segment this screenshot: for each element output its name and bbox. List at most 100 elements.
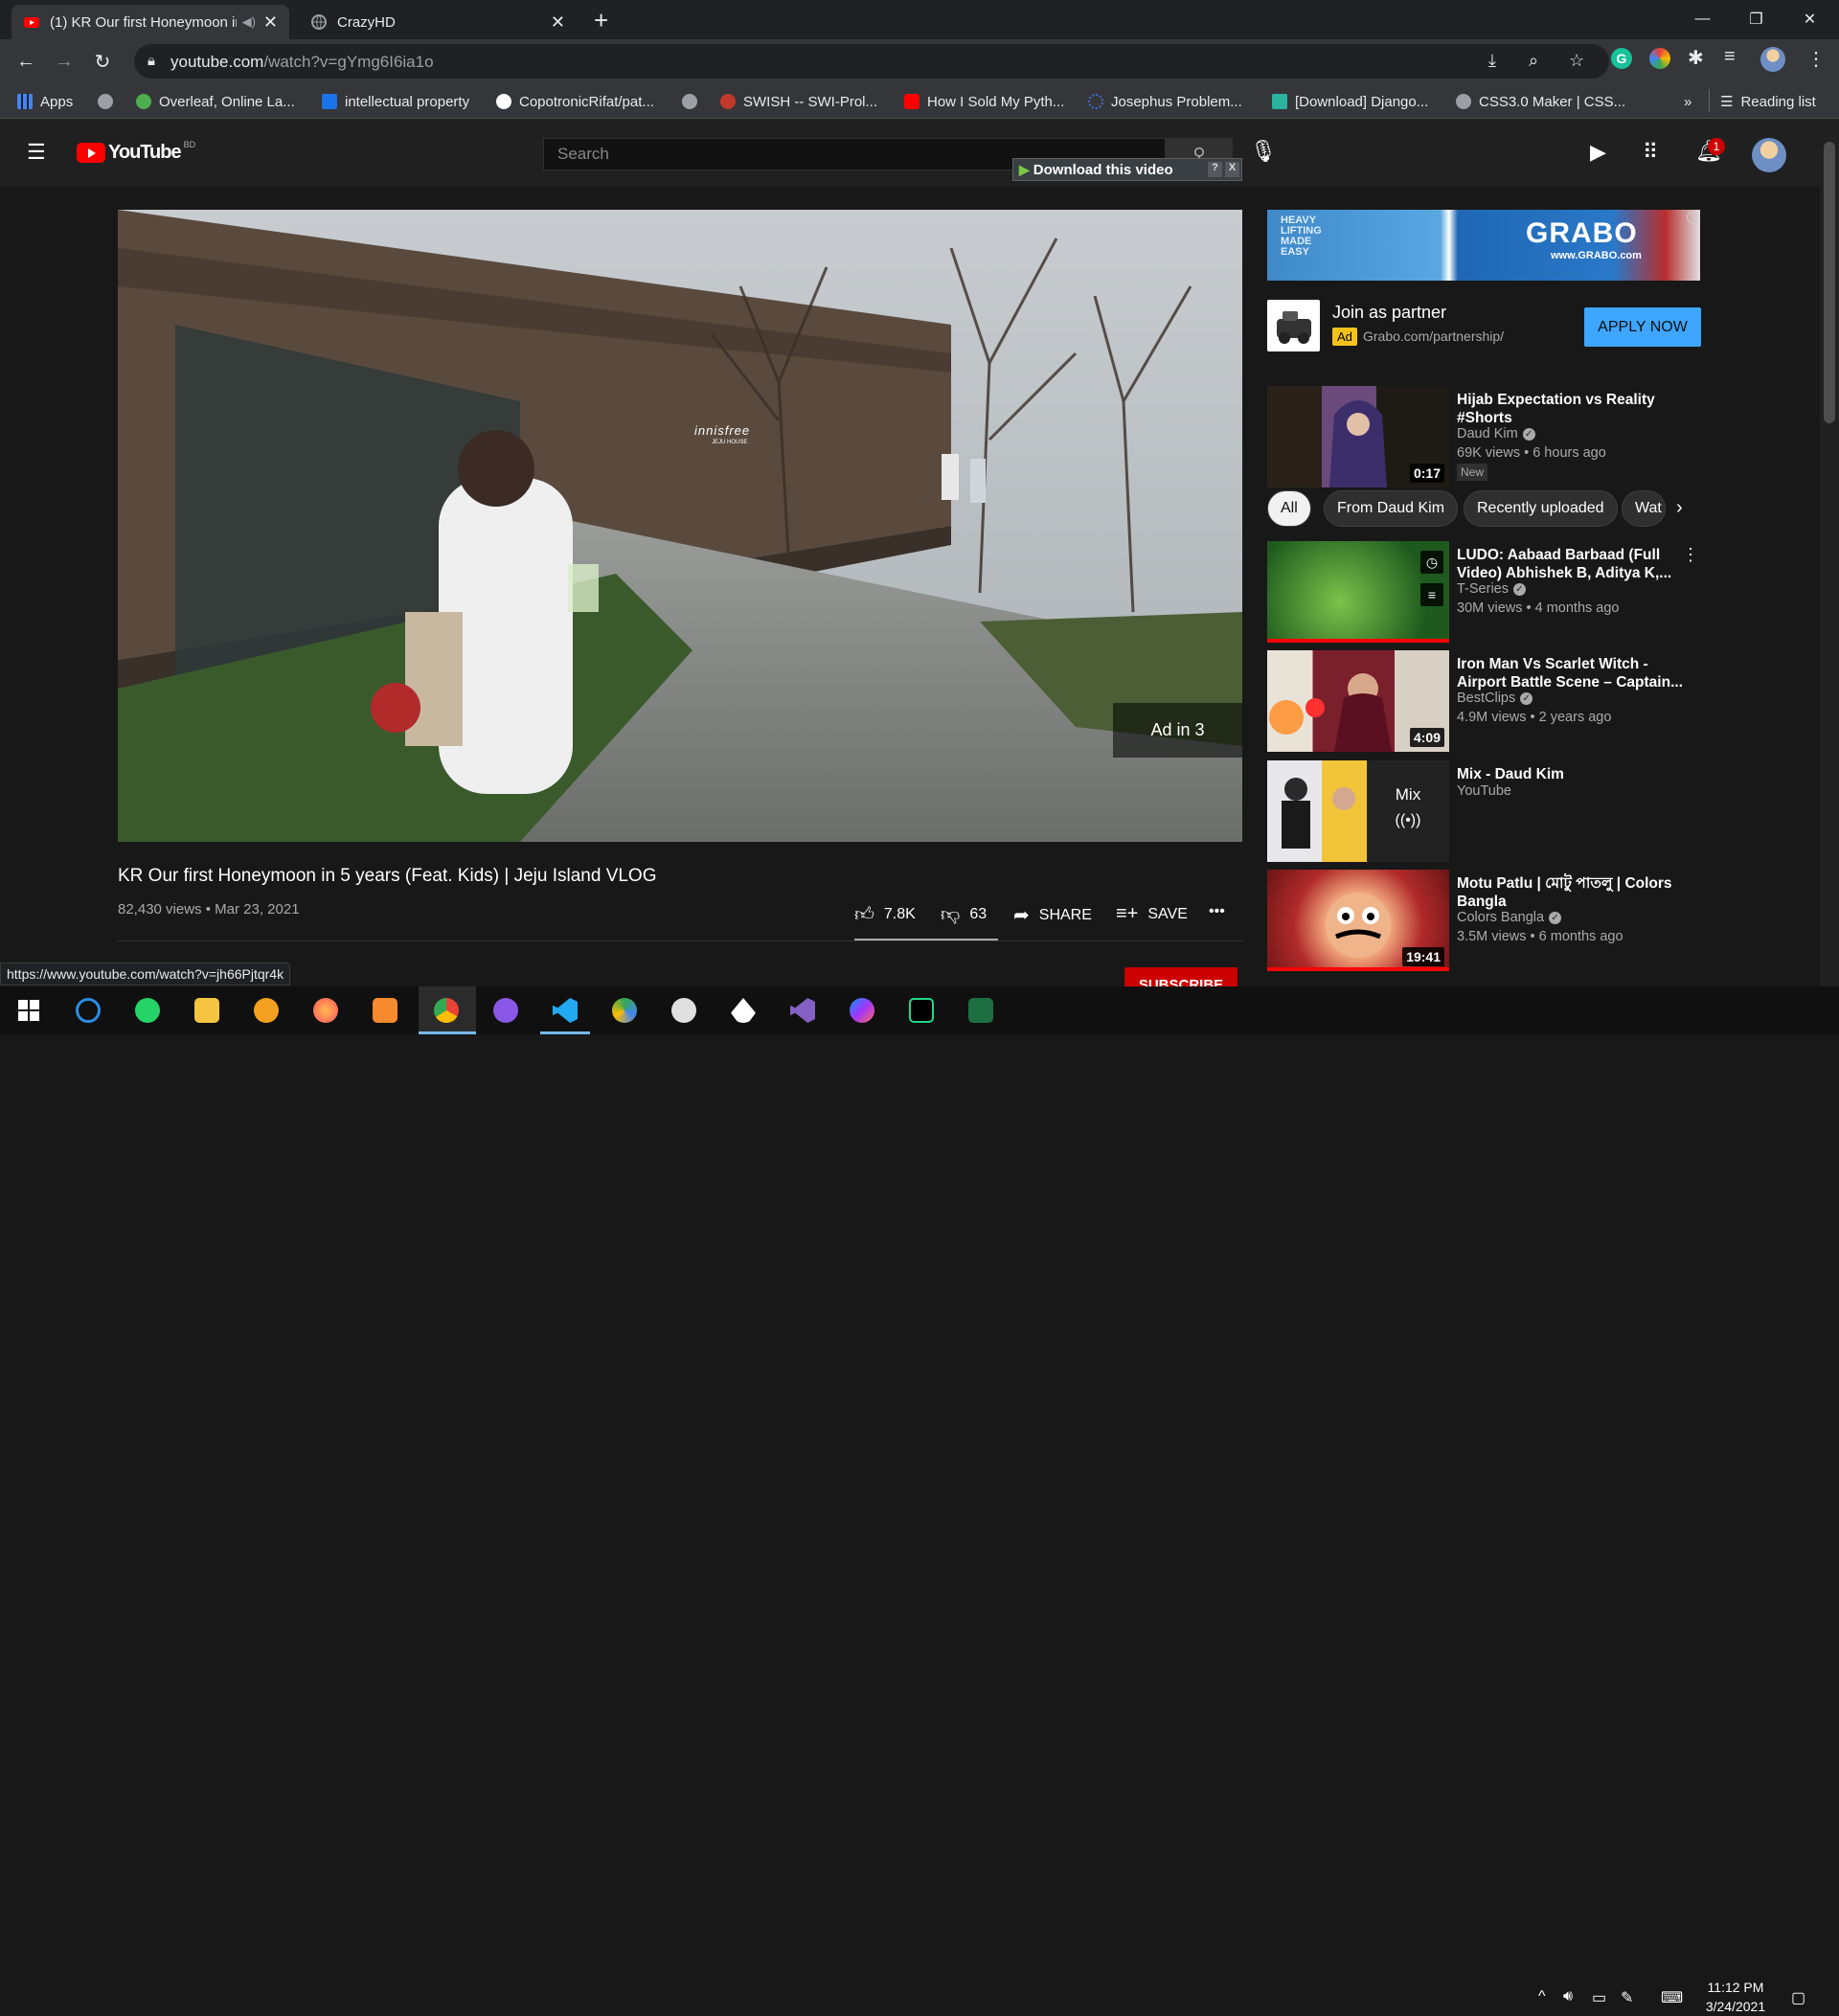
tab-youtube[interactable]: (1) KR Our first Honeymoon in 5 years ◀)…	[11, 5, 289, 39]
whatsapp-icon[interactable]	[132, 995, 163, 1026]
video-thumbnail[interactable]: Mix ((•))	[1267, 760, 1449, 862]
like-button[interactable]: 👍︎ 7.8K	[854, 903, 916, 926]
recommendation-item[interactable]: 19:41 Motu Patlu | মোটু পাতলু | Colors B…	[1267, 870, 1703, 971]
more-bookmarks-icon[interactable]: »	[1684, 91, 1691, 112]
profile-avatar[interactable]	[1760, 47, 1785, 72]
taskbar-clock[interactable]: 11:12 PM 3/24/2021	[1701, 1978, 1770, 2016]
vscode-icon[interactable]	[550, 995, 580, 1026]
video-thumbnail[interactable]: ◷ ≡	[1267, 541, 1449, 643]
forward-icon[interactable]: →	[50, 47, 79, 76]
ad-title[interactable]: Join as partner	[1332, 303, 1446, 323]
save-button[interactable]: ≡+ SAVE	[1116, 903, 1188, 925]
mute-icon[interactable]: ◀)	[242, 14, 256, 30]
network-icon[interactable]: ▭	[1592, 1988, 1606, 2007]
address-bar[interactable]: 🔒︎ youtube.com/watch?v=gYmg6I6ia1o ⤓ ⌕ ☆	[134, 44, 1609, 79]
share-button[interactable]: ➦ SHARE	[1013, 903, 1092, 927]
add-to-queue-icon[interactable]: ≡	[1420, 583, 1443, 606]
pen-icon[interactable]: ✎	[1621, 1988, 1633, 2007]
video-thumbnail[interactable]: 19:41	[1267, 870, 1449, 971]
bookmark-django[interactable]: [Download] Django...	[1272, 91, 1428, 112]
maps-app-icon[interactable]	[609, 995, 640, 1026]
firefox-icon[interactable]	[310, 995, 341, 1026]
lock-icon[interactable]: 🔒︎	[148, 53, 155, 69]
chevron-right-icon[interactable]: ›	[1676, 497, 1683, 519]
scrollbar-thumb[interactable]	[1824, 142, 1835, 423]
recommendation-item[interactable]: 4:09 Iron Man Vs Scarlet Witch - Airport…	[1267, 650, 1703, 752]
more-actions-icon[interactable]: •••	[1209, 903, 1225, 920]
recommendation-title[interactable]: Mix - Daud Kim	[1457, 765, 1687, 783]
chip-all[interactable]: All	[1267, 490, 1311, 527]
inkscape-icon[interactable]	[728, 995, 759, 1026]
close-window-button[interactable]: ✕	[1783, 0, 1836, 38]
youtube-logo[interactable]: YouTube BD	[77, 140, 195, 164]
weather-app-icon[interactable]	[669, 995, 699, 1026]
recommendation-title[interactable]: Hijab Expectation vs Reality #Shorts	[1457, 391, 1687, 427]
bookmark-youtube[interactable]: How I Sold My Pyth...	[904, 91, 1064, 112]
video-thumbnail[interactable]: 0:17	[1267, 386, 1449, 487]
reading-list-button[interactable]: ☰ Reading list	[1720, 91, 1816, 112]
chrome-icon[interactable]	[431, 995, 462, 1026]
chip-watched[interactable]: Wat	[1622, 490, 1666, 527]
recommendation-item[interactable]: 0:17 Hijab Expectation vs Reality #Short…	[1267, 386, 1703, 487]
download-help-icon[interactable]: ?	[1208, 162, 1222, 177]
apply-now-button[interactable]: APPLY NOW	[1584, 307, 1701, 347]
messenger-icon[interactable]	[847, 995, 877, 1026]
media-control-icon[interactable]: ≡	[1724, 46, 1736, 68]
bookmark-apps[interactable]: Apps	[17, 91, 73, 112]
close-tab-icon[interactable]: ✕	[263, 12, 278, 33]
create-video-icon[interactable]: ▶︎	[1590, 140, 1606, 165]
channel-name[interactable]: BestClips ✓	[1457, 691, 1533, 706]
recommendation-item[interactable]: Mix ((•)) Mix - Daud Kim YouTube	[1267, 760, 1703, 862]
visual-studio-icon[interactable]	[787, 995, 818, 1026]
grammarly-icon[interactable]: G	[1611, 48, 1632, 69]
video-thumbnail[interactable]: 4:09	[1267, 650, 1449, 752]
microphone-icon[interactable]: 🎙︎	[1250, 139, 1277, 164]
bookmark-josephus[interactable]: Josephus Problem...	[1088, 91, 1242, 112]
hamburger-menu-icon[interactable]: ☰	[27, 140, 46, 165]
security-app-icon[interactable]	[251, 995, 282, 1026]
start-button[interactable]	[13, 995, 44, 1026]
recommendation-item[interactable]: ◷ ≡ LUDO: Aabaad Barbaad (Full Video) Ab…	[1267, 541, 1703, 643]
zoom-icon[interactable]: ⌕	[1529, 51, 1538, 71]
action-center-icon[interactable]: ▢	[1791, 1988, 1805, 2007]
bookmark-globe-1[interactable]	[98, 91, 121, 112]
bookmark-globe-2[interactable]	[682, 91, 705, 112]
channel-name[interactable]: Daud Kim ✓	[1457, 426, 1535, 442]
reload-icon[interactable]: ↻	[88, 47, 117, 76]
channel-name[interactable]: T-Series ✓	[1457, 581, 1526, 597]
keyboard-icon[interactable]: ⌨	[1661, 1988, 1683, 2007]
video-player[interactable]: innisfree JEJU HOUSE Ad in 3	[118, 210, 1242, 842]
file-explorer-icon[interactable]	[192, 995, 222, 1026]
back-icon[interactable]: ←	[11, 47, 40, 76]
show-hidden-icons-icon[interactable]: ^	[1538, 1988, 1546, 2005]
dislike-button[interactable]: 👎︎ 63	[941, 903, 987, 926]
bookmark-github[interactable]: CopotronicRifat/pat...	[496, 91, 654, 112]
ad-info-icon[interactable]: i	[1687, 212, 1698, 223]
chip-recently-uploaded[interactable]: Recently uploaded	[1464, 490, 1618, 527]
extension-icon[interactable]	[1649, 48, 1670, 69]
bookmark-css-maker[interactable]: CSS3.0 Maker | CSS...	[1456, 91, 1625, 112]
menu-dots-icon[interactable]: ⋮	[1806, 47, 1826, 71]
close-tab-icon[interactable]: ✕	[551, 12, 565, 33]
bookmark-star-icon[interactable]: ☆	[1569, 51, 1584, 71]
new-tab-button[interactable]: +	[594, 6, 608, 35]
account-avatar[interactable]	[1752, 138, 1786, 172]
recommendation-title[interactable]: Iron Man Vs Scarlet Witch - Airport Batt…	[1457, 655, 1687, 691]
recommendation-title[interactable]: Motu Patlu | মোটু পাতলু | Colors Bangla	[1457, 874, 1687, 911]
bookmark-swish[interactable]: SWISH -- SWI-Prol...	[720, 91, 877, 112]
ad-thumbnail[interactable]	[1267, 300, 1320, 351]
download-close-icon[interactable]: X	[1225, 162, 1239, 177]
puzzle-icon[interactable]: ✱	[1688, 46, 1704, 70]
ad-url[interactable]: Grabo.com/partnership/	[1363, 328, 1504, 344]
channel-name[interactable]: Colors Bangla ✓	[1457, 910, 1562, 925]
pycharm-icon[interactable]	[906, 995, 937, 1026]
bookmark-overleaf[interactable]: Overleaf, Online La...	[136, 91, 295, 112]
download-video-bar[interactable]: ▶ Download this video ? X	[1012, 158, 1242, 181]
more-options-icon[interactable]: ⋮	[1682, 545, 1699, 565]
watch-later-icon[interactable]: ◷	[1420, 551, 1443, 574]
sync-app-icon[interactable]	[73, 995, 103, 1026]
restore-button[interactable]: ❐	[1730, 0, 1782, 38]
channel-name[interactable]: YouTube	[1457, 783, 1511, 799]
install-icon[interactable]: ⤓	[1488, 51, 1496, 71]
minimize-button[interactable]: —	[1676, 0, 1729, 38]
